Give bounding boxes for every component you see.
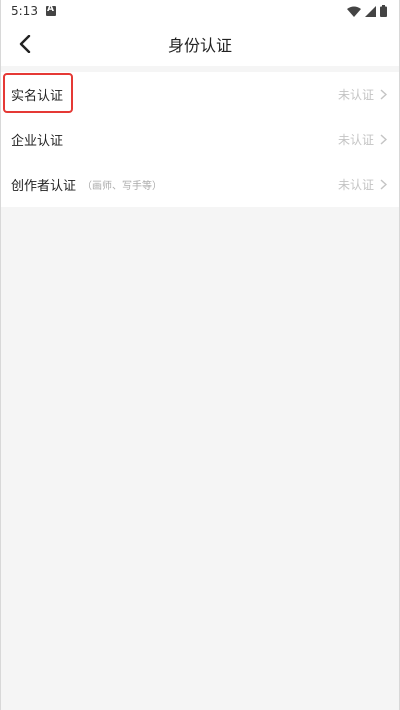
list-item-right: 未认证 bbox=[338, 86, 387, 103]
list-item-status: 未认证 bbox=[337, 133, 374, 147]
status-left: 5:13 bbox=[11, 4, 56, 18]
list-item-label: 实名认证 bbox=[11, 89, 64, 104]
list-item-right: 未认证 bbox=[338, 131, 387, 148]
battery-icon bbox=[380, 5, 387, 17]
list-item-enterprise[interactable]: 企业认证 未认证 bbox=[1, 117, 399, 162]
nav-bar: 身份认证 bbox=[1, 22, 399, 66]
verification-list: 实名认证 未认证 企业认证 未认证 创作者认证 （画师、写手等） 未认证 bbox=[1, 72, 399, 207]
wifi-icon bbox=[347, 6, 361, 17]
list-item-hint: （画师、写手等） bbox=[82, 181, 163, 192]
list-item-label: 企业认证 bbox=[11, 134, 64, 149]
signal-icon bbox=[365, 5, 376, 17]
list-item-status: 未认证 bbox=[337, 178, 374, 192]
list-item-real-name[interactable]: 实名认证 未认证 bbox=[1, 72, 399, 117]
chevron-left-icon bbox=[19, 35, 31, 53]
list-item-creator[interactable]: 创作者认证 （画师、写手等） 未认证 bbox=[1, 162, 399, 207]
chevron-right-icon bbox=[380, 89, 387, 100]
list-item-status: 未认证 bbox=[337, 88, 374, 102]
status-bar: 5:13 bbox=[1, 0, 399, 22]
list-item-right: 未认证 bbox=[338, 176, 387, 193]
status-time: 5:13 bbox=[11, 4, 38, 18]
list-item-label: 创作者认证 bbox=[11, 179, 77, 194]
status-right bbox=[347, 5, 387, 17]
app-screen: 5:13 身份认证 实名认证 未认证 bbox=[0, 0, 400, 710]
chevron-right-icon bbox=[380, 134, 387, 145]
back-button[interactable] bbox=[11, 30, 39, 58]
page-title: 身份认证 bbox=[167, 36, 232, 55]
notification-a-icon bbox=[45, 4, 56, 16]
chevron-right-icon bbox=[380, 179, 387, 190]
